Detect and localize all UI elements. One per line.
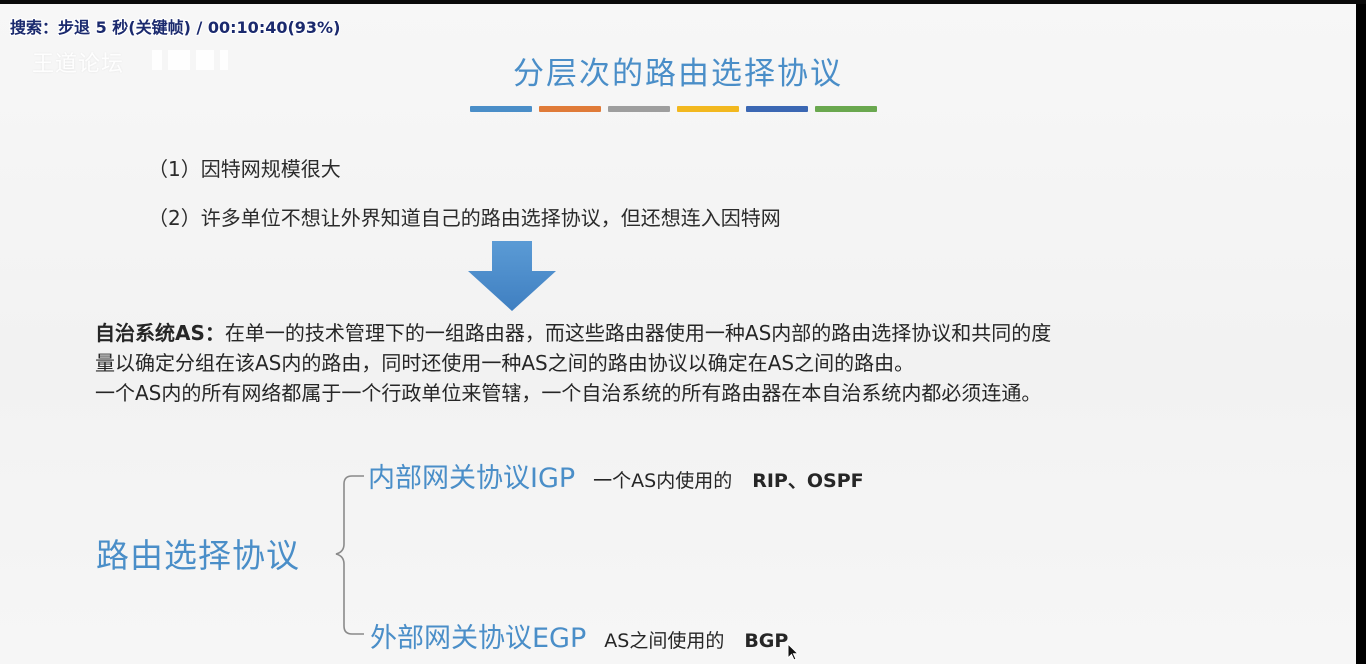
as-definition-line-1: 自治系统AS：在单一的技术管理下的一组路由器，而这些路由器使用一种AS内部的路由… [95,318,1335,348]
divider-bar-1 [470,106,532,112]
point-privacy: （2）许多单位不想让外界知道自己的路由选择协议，但还想连入因特网 [148,206,781,230]
as-definition-line-2: 量以确定分组在该AS内的路由，同时还使用一种AS之间的路由协议以确定在AS之间的… [95,351,915,375]
as-definition: 自治系统AS：在单一的技术管理下的一组路由器，而这些路由器使用一种AS内部的路由… [95,318,1335,408]
as-definition-line-3: 一个AS内的所有网络都属于一个行政单位来管辖，一个自治系统的所有路由器在本自治系… [95,381,1042,405]
seek-status-overlay: 搜索：步退 5 秒(关键帧) / 00:10:40(93%) [10,18,341,37]
egp-description: AS之间使用的 [604,630,725,652]
title-divider [470,106,877,112]
igp-row: 内部网关协议IGP 一个AS内使用的 RIP、OSPF [368,456,864,495]
as-definition-text: 在单一的技术管理下的一组路由器，而这些路由器使用一种AS内部的路由选择协议和共同… [224,321,1052,345]
top-edge-strip [0,0,1366,4]
as-definition-label: 自治系统AS： [95,321,225,345]
point-internet-scale: （1）因特网规模很大 [148,157,341,181]
igp-description: 一个AS内使用的 [593,470,733,492]
egp-row: 外部网关协议EGP AS之间使用的 BGP [370,616,788,655]
mouse-cursor-icon [787,643,799,661]
divider-bar-4 [677,106,739,112]
egp-name: 外部网关协议EGP [370,623,587,654]
egp-protocols: BGP [744,630,789,652]
down-arrow-icon [468,241,556,311]
igp-protocols: RIP、OSPF [752,470,864,492]
routing-protocol-label: 路由选择协议 [96,536,300,575]
right-edge-bar [1356,0,1366,664]
divider-bar-6 [815,106,877,112]
igp-name: 内部网关协议IGP [368,463,576,494]
slide: 王道论坛 分层次的路由选择协议 （1）因特网规模很大 （2）许多单位不想让外界知… [0,0,1356,664]
slide-title: 分层次的路由选择协议 [513,56,843,92]
divider-bar-2 [539,106,601,112]
video-player[interactable]: 王道论坛 分层次的路由选择协议 （1）因特网规模很大 （2）许多单位不想让外界知… [0,0,1366,664]
divider-bar-5 [746,106,808,112]
divider-bar-3 [608,106,670,112]
